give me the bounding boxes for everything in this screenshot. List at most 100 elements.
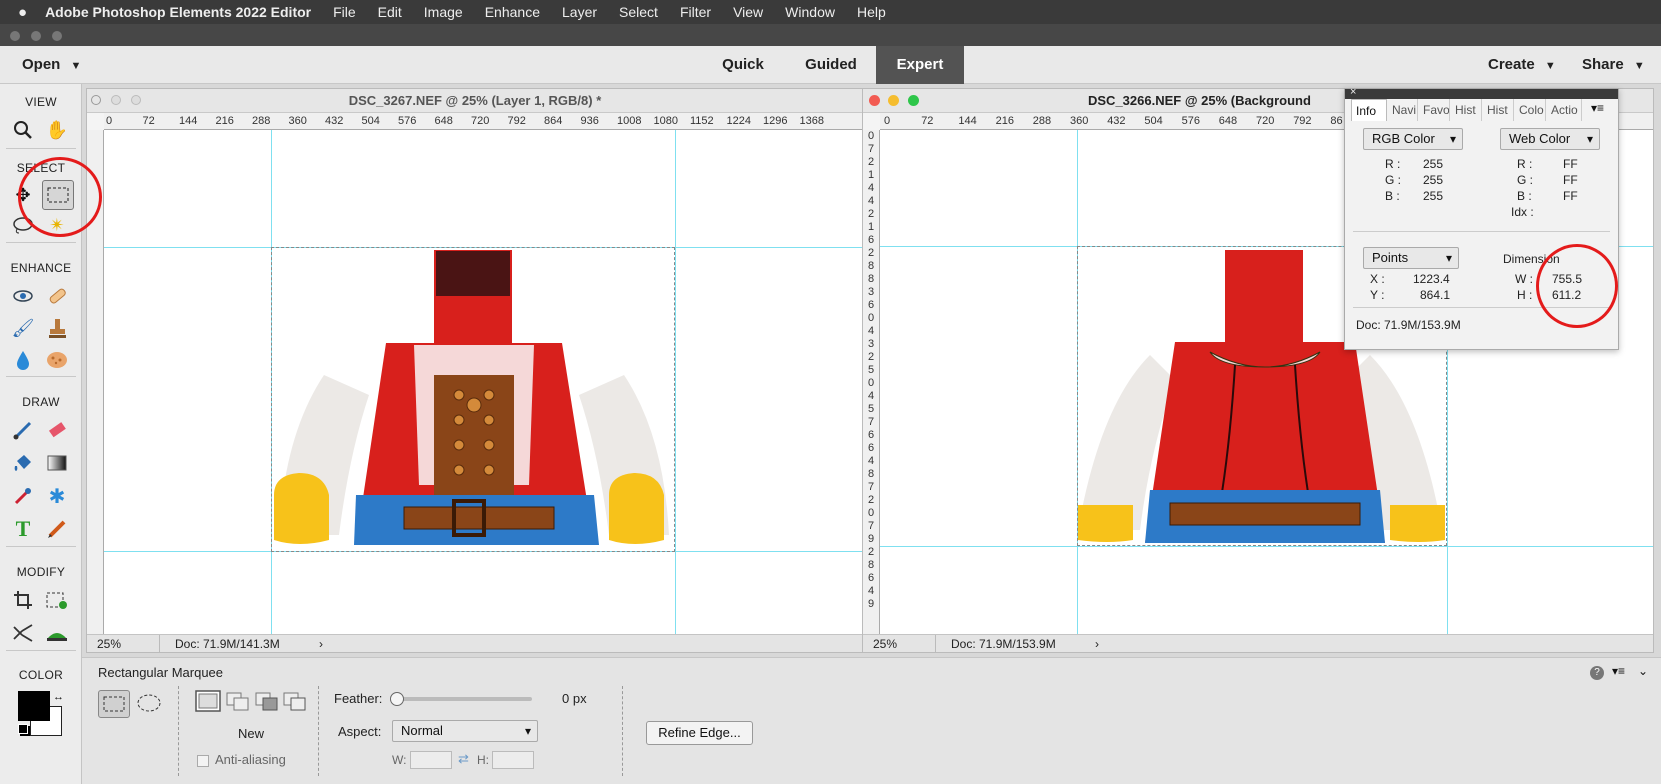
panel-header[interactable]: × xyxy=(1345,86,1618,99)
crop-icon[interactable] xyxy=(10,587,36,613)
tab-info[interactable]: Info xyxy=(1351,99,1387,121)
width-input[interactable] xyxy=(410,751,452,769)
close-window-button[interactable] xyxy=(10,31,20,41)
ruler-tick-label: 6 xyxy=(867,572,875,584)
minimize-document-button[interactable] xyxy=(111,95,121,105)
ruler-tick-label: 72 xyxy=(921,115,934,127)
default-colors-icon[interactable] xyxy=(18,724,28,734)
document-title-bar[interactable]: DSC_3267.NEF @ 25% (Layer 1, RGB/8) * xyxy=(87,89,863,113)
menu-edit[interactable]: Edit xyxy=(378,4,402,20)
menu-enhance[interactable]: Enhance xyxy=(485,4,540,20)
document-window-left[interactable]: DSC_3267.NEF @ 25% (Layer 1, RGB/8) * 0 7… xyxy=(86,88,864,653)
apple-icon[interactable]: ● xyxy=(18,4,27,21)
content-aware-move-icon[interactable] xyxy=(10,620,36,646)
straighten-icon[interactable] xyxy=(44,620,70,646)
h-label: H : xyxy=(1517,288,1533,302)
swap-dimensions-icon[interactable]: ⇄ xyxy=(458,751,469,767)
ruler-tick-label: 2 xyxy=(867,494,875,506)
y-label: Y : xyxy=(1370,288,1385,302)
feather-slider[interactable] xyxy=(390,692,532,706)
open-label: Open xyxy=(22,56,61,73)
document-title: DSC_3266.NEF @ 25% (Background xyxy=(1088,93,1311,108)
clone-stamp-icon[interactable] xyxy=(44,315,70,341)
paint-bucket-icon[interactable] xyxy=(10,450,36,476)
create-button[interactable]: Create ▼ xyxy=(1488,46,1556,84)
spot-healing-icon[interactable] xyxy=(44,283,70,309)
r-label: R : xyxy=(1385,157,1401,171)
sponge-icon[interactable] xyxy=(44,347,70,373)
blur-icon[interactable] xyxy=(10,347,36,373)
minimize-document-button[interactable] xyxy=(888,95,899,106)
units-dropdown[interactable]: Points xyxy=(1363,247,1459,269)
zoom-document-button[interactable] xyxy=(908,95,919,106)
menu-filter[interactable]: Filter xyxy=(680,4,711,20)
zoom-icon[interactable] xyxy=(10,117,36,143)
menu-window[interactable]: Window xyxy=(785,4,835,20)
zoom-level[interactable]: 25% xyxy=(97,637,121,651)
menu-file[interactable]: File xyxy=(333,4,356,20)
brush-icon[interactable] xyxy=(10,417,36,443)
menu-select[interactable]: Select xyxy=(619,4,658,20)
height-input[interactable] xyxy=(492,751,534,769)
tab-navigator[interactable]: Navi xyxy=(1388,99,1418,121)
aspect-dropdown[interactable]: Normal xyxy=(392,720,538,742)
ruler-tick-label: 216 xyxy=(995,115,1014,127)
tab-favorites[interactable]: Favo xyxy=(1419,99,1450,121)
anti-aliasing-checkbox[interactable] xyxy=(197,755,209,767)
close-icon[interactable]: × xyxy=(1350,86,1356,98)
menu-view[interactable]: View xyxy=(733,4,763,20)
help-icon[interactable]: ? xyxy=(1590,666,1604,680)
ruler-tick-label: 0 xyxy=(106,115,113,127)
recompose-icon[interactable] xyxy=(44,587,70,613)
smart-brush-icon[interactable]: 🖌 xyxy=(10,315,36,341)
close-document-button[interactable] xyxy=(869,95,880,106)
foreground-color-swatch[interactable] xyxy=(18,691,50,721)
red-eye-icon[interactable] xyxy=(10,283,36,309)
tab-actions[interactable]: Actio xyxy=(1547,99,1582,121)
hand-icon[interactable]: ✋ xyxy=(44,117,70,143)
options-menu-icon[interactable]: ▾≡ xyxy=(1612,664,1625,678)
tab-quick[interactable]: Quick xyxy=(700,46,786,84)
collapse-icon[interactable]: ⌄ xyxy=(1638,664,1648,678)
refine-edge-button[interactable]: Refine Edge... xyxy=(646,721,753,745)
zoom-window-button[interactable] xyxy=(52,31,62,41)
tab-expert[interactable]: Expert xyxy=(876,46,964,84)
chevron-right-icon[interactable]: › xyxy=(319,637,323,651)
eyedropper-icon[interactable] xyxy=(10,483,36,509)
doc-size: Doc: 71.9M/153.9M xyxy=(951,637,1056,651)
swap-colors-icon[interactable]: ↔ xyxy=(53,691,64,703)
elliptical-marquee-option[interactable] xyxy=(134,690,164,718)
tab-history[interactable]: Hist xyxy=(1483,99,1514,121)
feather-slider-handle[interactable] xyxy=(390,692,404,706)
chevron-right-icon[interactable]: › xyxy=(1095,637,1099,651)
panel-menu-icon[interactable]: ▾≡ xyxy=(1591,101,1604,115)
horizontal-ruler[interactable]: 0 72 144 216 288 360 432 504 576 648 720 792 864 936 1… xyxy=(104,113,863,130)
menu-layer[interactable]: Layer xyxy=(562,4,597,20)
tab-histogram[interactable]: Hist xyxy=(1451,99,1482,121)
gradient-icon[interactable] xyxy=(44,450,70,476)
eraser-icon[interactable] xyxy=(44,417,70,443)
open-button[interactable]: Open ▼ xyxy=(22,46,81,84)
aspect-value: Normal xyxy=(401,723,443,738)
minimize-window-button[interactable] xyxy=(31,31,41,41)
menu-image[interactable]: Image xyxy=(424,4,463,20)
ruler-tick-label: 0 xyxy=(867,507,875,519)
tab-guided[interactable]: Guided xyxy=(788,46,874,84)
rectangular-marquee-option[interactable] xyxy=(98,690,130,718)
canvas[interactable] xyxy=(104,130,863,634)
zoom-document-button[interactable] xyxy=(131,95,141,105)
color-mode-1-dropdown[interactable]: RGB Color xyxy=(1363,128,1463,150)
zoom-level[interactable]: 25% xyxy=(873,637,897,651)
app-name[interactable]: Adobe Photoshop Elements 2022 Editor xyxy=(45,4,311,20)
type-icon[interactable]: T xyxy=(10,516,36,542)
menu-help[interactable]: Help xyxy=(857,4,886,20)
color-mode-2-dropdown[interactable]: Web Color xyxy=(1500,128,1600,150)
vertical-ruler[interactable]: 0721442162883604325045766487207928649 xyxy=(863,130,880,634)
ruler-tick-label: 1008 xyxy=(617,115,642,127)
pencil-icon[interactable] xyxy=(44,516,70,542)
custom-shape-icon[interactable]: ✱ xyxy=(44,483,70,509)
tab-color[interactable]: Colo xyxy=(1515,99,1546,121)
ruler-tick-label: 7 xyxy=(867,520,875,532)
close-document-button[interactable] xyxy=(91,95,101,105)
share-button[interactable]: Share ▼ xyxy=(1582,46,1645,84)
